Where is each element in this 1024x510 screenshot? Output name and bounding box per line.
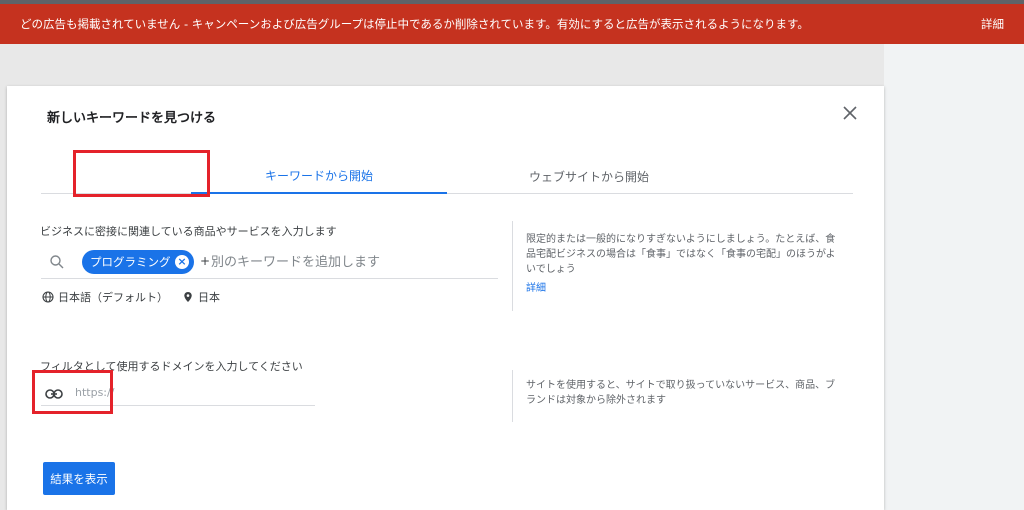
keyword-input[interactable] xyxy=(211,250,496,274)
warning-banner: どの広告も掲載されていません - キャンペーンおよび広告グループは停止中であるか… xyxy=(0,4,1024,44)
location-pin-icon[interactable] xyxy=(182,291,194,303)
banner-details-link[interactable]: 詳細 xyxy=(981,16,1004,32)
tab-start-with-keywords[interactable]: キーワードから開始 xyxy=(191,158,447,194)
page-background xyxy=(884,44,1024,510)
keyword-input-row: プログラミング × + xyxy=(41,246,498,279)
chip-remove-icon[interactable]: × xyxy=(175,255,189,269)
tab-start-with-website[interactable]: ウェブサイトから開始 xyxy=(461,158,717,194)
show-results-button[interactable]: 結果を表示 xyxy=(43,462,115,495)
domain-input[interactable] xyxy=(75,381,305,403)
dialog-title: 新しいキーワードを見つける xyxy=(47,111,217,126)
language-selector[interactable]: 日本語（デフォルト） xyxy=(58,289,168,305)
banner-message: どの広告も掲載されていません - キャンペーンおよび広告グループは停止中であるか… xyxy=(20,17,809,31)
location-selector[interactable]: 日本 xyxy=(198,289,220,305)
divider xyxy=(512,370,513,422)
globe-icon[interactable] xyxy=(42,291,54,303)
close-icon[interactable] xyxy=(839,102,861,124)
domain-field-label: フィルタとして使用するドメインを入力してください xyxy=(40,360,303,373)
tab-bar: キーワードから開始 ウェブサイトから開始 xyxy=(41,158,853,194)
domain-input-row xyxy=(41,378,315,406)
keyword-chip[interactable]: プログラミング × xyxy=(82,250,194,274)
link-icon xyxy=(45,385,63,399)
divider xyxy=(512,221,513,311)
plus-sign: + xyxy=(200,254,211,268)
domain-help-text: サイトを使用すると、サイトで取り扱っていないサービス、商品、ブランドは対象から除… xyxy=(526,380,836,406)
keyword-field-label: ビジネスに密接に関連している商品やサービスを入力します xyxy=(40,225,337,238)
keyword-chip-label: プログラミング xyxy=(90,255,171,269)
search-icon xyxy=(49,254,65,270)
keyword-help-text: 限定的または一般的になりすぎないようにしましょう。たとえば、食品宅配ビジネスの場… xyxy=(526,234,836,275)
targeting-row: 日本語（デフォルト） 日本 xyxy=(42,289,220,305)
find-keywords-dialog: 新しいキーワードを見つける キーワードから開始 ウェブサイトから開始 ビジネスに… xyxy=(7,86,884,510)
keyword-help-details-link[interactable]: 詳細 xyxy=(526,279,546,294)
